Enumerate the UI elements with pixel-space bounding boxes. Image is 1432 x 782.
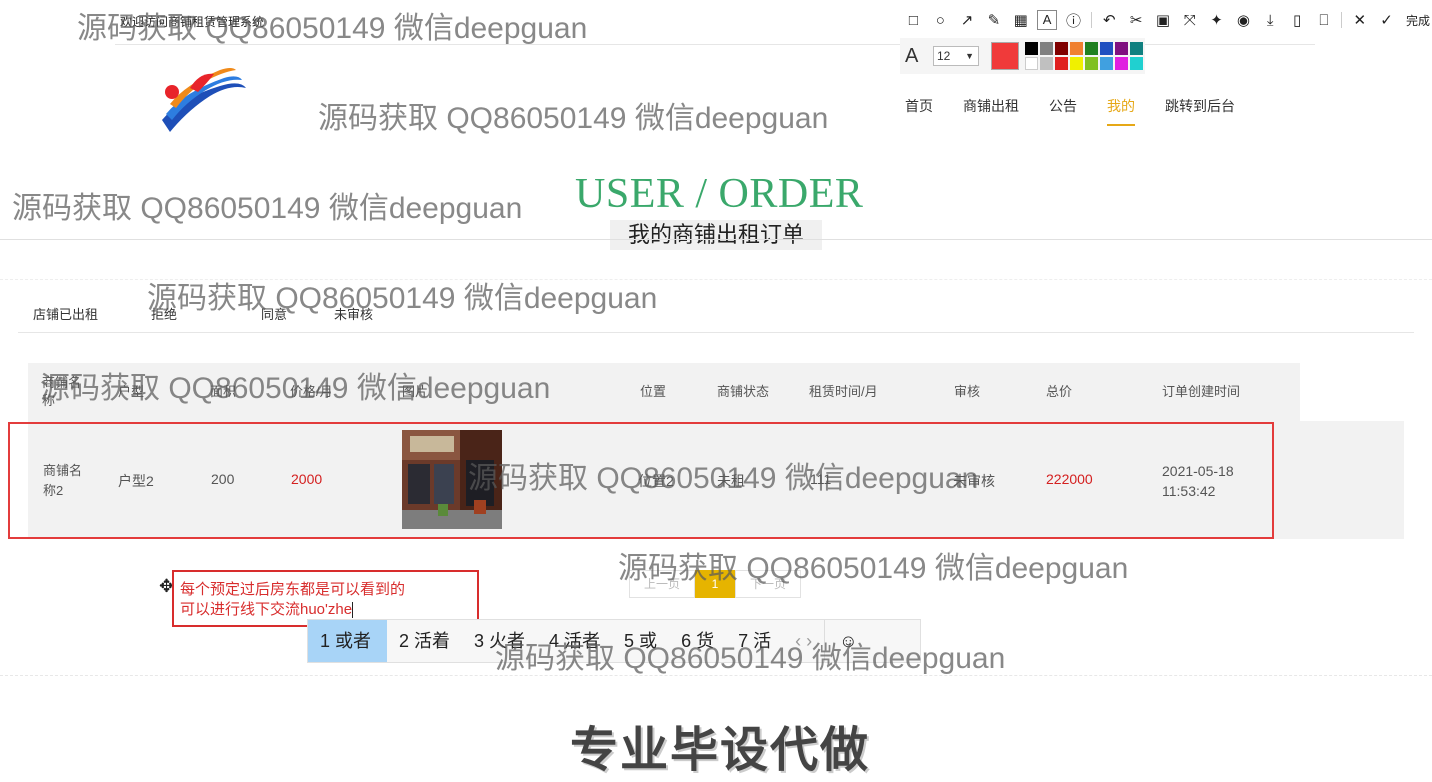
color-swatch[interactable] [1055,57,1068,70]
tabs-underline [18,332,1414,333]
mosaic-tool-icon[interactable]: ▦ [1007,11,1034,29]
footer-title: 专业毕设代做 [570,724,871,777]
page-heading-en: USER / ORDER [575,171,864,217]
arrow-tool-icon[interactable]: ↗ [954,11,981,29]
font-size-select[interactable]: 12 ▼ [933,46,979,66]
tab-rejected[interactable]: 拒绝 [151,304,261,323]
th-image: 图片 [402,384,429,399]
chevron-down-icon: ▼ [965,51,974,61]
pen-tool-icon[interactable]: ✎ [980,11,1007,29]
color-swatch[interactable] [1070,42,1083,55]
ime-candidate-7[interactable]: 7 活 [726,620,783,662]
th-name: 商铺名称 [42,375,82,408]
ime-emoji-icon[interactable]: ☺ [824,620,871,662]
done-button[interactable]: 完成 [1406,12,1430,29]
color-swatch[interactable] [1100,57,1113,70]
nav-home[interactable]: 首页 [905,96,933,126]
current-color-swatch[interactable] [991,42,1019,70]
nav-admin[interactable]: 跳转到后台 [1165,96,1235,126]
ocr-icon[interactable]: ▣ [1150,11,1177,29]
color-swatch[interactable] [1100,42,1113,55]
th-area: 面积 [210,384,237,399]
tab-approved[interactable]: 同意 [261,304,334,323]
rectangle-tool-icon[interactable]: □ [900,12,927,29]
nav-shop-rent[interactable]: 商铺出租 [963,96,1019,126]
scissors-icon[interactable]: ✂ [1123,11,1150,29]
annotation-line-2: 可以进行线下交流huo'zhe [180,600,477,620]
expand-icon[interactable]: ⤧ [1176,12,1203,29]
color-swatch[interactable] [1040,57,1053,70]
page-number-1[interactable]: 1 [695,570,736,598]
ellipse-tool-icon[interactable]: ○ [927,12,954,29]
nav-mine[interactable]: 我的 [1107,96,1135,126]
th-review: 审核 [954,384,981,399]
tab-rented[interactable]: 店铺已出租 [33,304,151,323]
order-status-tabs: 店铺已出租 拒绝 同意 未审核 [33,304,373,323]
color-palette [1025,42,1143,70]
annotation-line-1: 每个预定过后房东都是可以看到的 [180,581,406,598]
th-price: 价格/月 [290,384,333,399]
color-swatch[interactable] [1085,42,1098,55]
bookmark-icon[interactable]: ⎕ [1310,12,1337,29]
color-swatch[interactable] [1085,57,1098,70]
color-swatch[interactable] [1040,42,1053,55]
ime-candidate-bar: 1 或者 2 活着 3 火者 4 活者 5 或 6 货 7 活 ‹ › ☺ [307,619,921,663]
ime-candidate-6[interactable]: 6 货 [669,620,726,662]
record-icon[interactable]: ◉ [1230,11,1257,29]
th-created: 订单创建时间 [1162,384,1241,399]
text-style-toolbar: A 12 ▼ [900,38,1145,74]
prev-page-button[interactable]: 上一页 [629,570,696,598]
th-months: 租赁时间/月 [809,384,878,399]
color-swatch[interactable] [1130,42,1143,55]
section-divider [0,239,1432,240]
color-swatch[interactable] [1130,57,1143,70]
color-swatch[interactable] [1025,42,1038,55]
capture-toolbar: □ ○ ↗ ✎ ▦ A ⓘ ↶ ✂ ▣ ⤧ ✦ ◉ ⤓ ▯ ⎕ ✕ ✓ 完成 [900,5,1430,35]
ime-candidate-5[interactable]: 5 或 [612,620,669,662]
ime-candidate-2[interactable]: 2 活着 [387,620,462,662]
th-status: 商铺状态 [717,384,770,399]
color-swatch[interactable] [1055,42,1068,55]
next-page-button[interactable]: 下一页 [735,570,802,598]
text-caret [352,602,354,619]
check-icon[interactable]: ✓ [1373,11,1400,29]
pagination: 上一页 1 下一页 [629,570,802,598]
color-swatch[interactable] [1115,42,1128,55]
page-heading-cn: 我的商铺出租订单 [610,220,822,250]
toolbar-separator [1090,12,1092,28]
ime-candidate-4[interactable]: 4 活者 [537,620,612,662]
footer-divider [0,675,1432,676]
nav-announcement[interactable]: 公告 [1049,96,1077,126]
site-logo [162,68,246,132]
watermark: 源码获取 QQ86050149 微信deepguan [12,192,523,225]
table-header: 商铺名称 户型 面积 价格/月 图片 位置 商铺状态 租赁时间/月 审核 总价 … [28,363,1300,421]
download-icon[interactable]: ⤓ [1257,12,1284,29]
th-type: 户型 [118,384,145,399]
toolbar-separator [1341,12,1343,28]
pin-icon[interactable]: ✦ [1203,11,1230,29]
number-tool-icon[interactable]: ⓘ [1060,10,1087,31]
watermark: 源码获取 QQ86050149 微信deepguan [318,102,829,135]
th-location: 位置 [640,384,667,399]
ime-candidate-3[interactable]: 3 火者 [462,620,537,662]
annotation-line-2-text: 可以进行线下交流huo'zhe [180,601,353,618]
color-swatch[interactable] [1025,57,1038,70]
main-nav: 首页 商铺出租 公告 我的 跳转到后台 [905,96,1265,126]
ime-page-arrows-icon[interactable]: ‹ › [783,631,824,652]
tab-pending[interactable]: 未审核 [334,304,373,323]
dotted-divider [0,279,1432,280]
row-highlight-rect [8,422,1274,539]
site-title: 欢迎访问商铺租赁管理系统 [120,15,265,29]
font-icon: A [905,44,919,67]
phone-icon[interactable]: ▯ [1284,11,1311,29]
ime-candidate-1[interactable]: 1 或者 [308,620,387,662]
color-swatch[interactable] [1070,57,1083,70]
close-icon[interactable]: ✕ [1346,11,1373,29]
color-swatch[interactable] [1115,57,1128,70]
undo-icon[interactable]: ↶ [1096,11,1123,29]
font-size-value: 12 [937,49,951,63]
text-tool-icon[interactable]: A [1037,10,1058,30]
th-total: 总价 [1046,384,1073,399]
